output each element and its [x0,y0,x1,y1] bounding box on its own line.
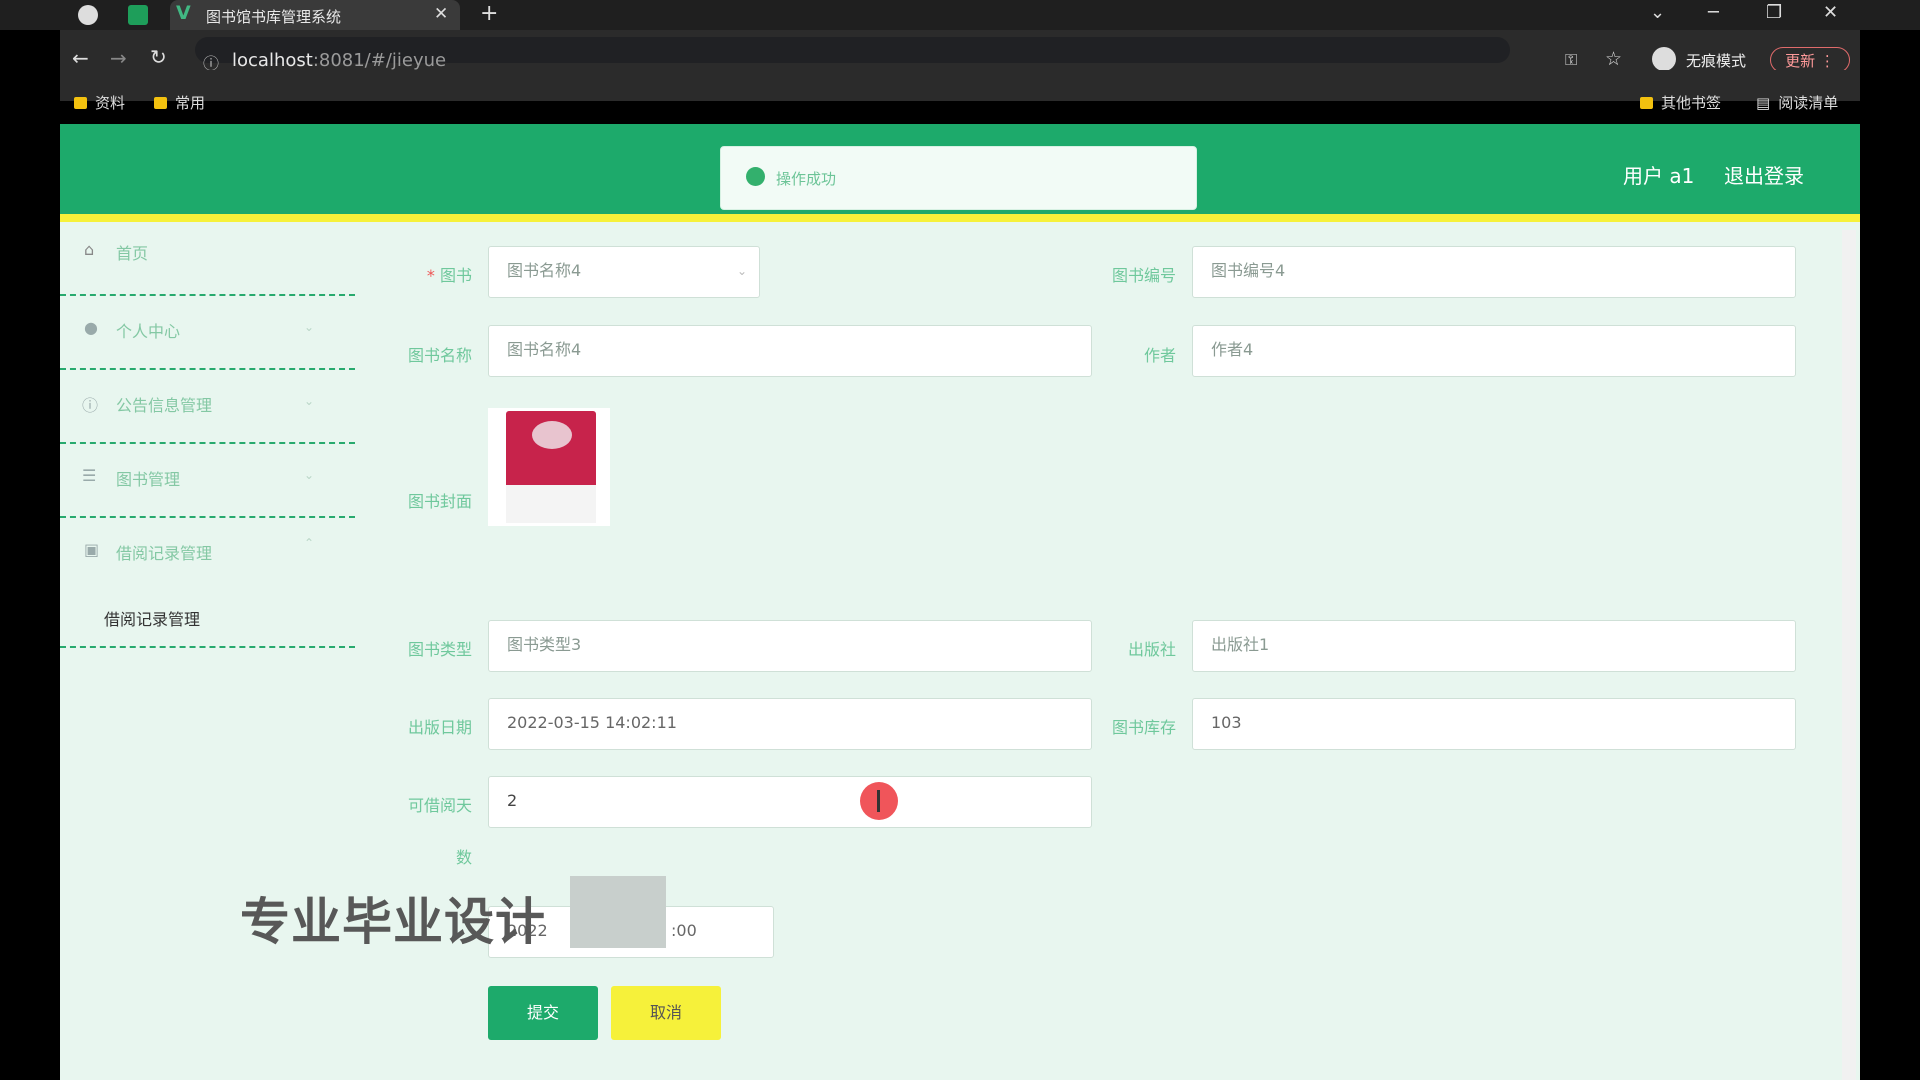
bookmark-item[interactable]: 资料 [74,92,125,113]
sidebar-item-label: 图书管理 [116,470,181,489]
sidebar-item-notice[interactable]: ⓘ 公告信息管理 ⌄ [60,370,355,444]
chevron-down-icon: ⌄ [304,394,315,408]
key-icon[interactable]: ⚿ [1565,50,1577,70]
toast-message: 操作成功 [776,170,837,188]
browser-globe-icon[interactable] [78,5,98,25]
borrow-days-label-wrap: 数 [455,848,472,867]
stock-input[interactable]: 103 [1192,698,1796,750]
minimize-icon[interactable]: ─ [1708,2,1719,23]
tab-title: 图书馆书库管理系统 [206,8,342,26]
book-cover-image [506,411,596,523]
bookmark-item[interactable]: 常用 [154,92,205,113]
borrow-time-end: :00 [671,921,697,940]
update-label: 更新 [1785,52,1816,70]
incognito-icon [1652,47,1676,71]
logout-link[interactable]: 退出登录 [1724,160,1804,189]
incognito-label: 无痕模式 [1686,52,1747,70]
book-name-label: 图书名称 [407,346,472,365]
text-cursor-icon [877,790,880,812]
forward-icon[interactable]: → [110,46,127,70]
success-icon [746,167,765,186]
cover-band [506,485,596,523]
sidebar-item-label: 借阅记录管理 [116,544,213,563]
page-scrollbar[interactable] [1842,230,1856,1080]
close-window-icon[interactable]: ✕ [1823,2,1838,23]
watermark-text: 专业毕业设计 [240,893,546,951]
pinned-tab-icon[interactable] [128,5,148,25]
publisher-label: 出版社 [1127,640,1176,659]
type-label: 图书类型 [407,640,472,659]
star-icon[interactable]: ☆ [1605,48,1622,70]
sidebar-item-home[interactable]: ⌂ 首页 [60,222,355,296]
info-icon: ⓘ [82,396,99,415]
sidebar-item-profile[interactable]: ● 个人中心 ⌄ [60,296,355,370]
borrow-days-input[interactable]: 2 [488,776,1092,828]
author-input[interactable]: 作者4 [1192,325,1796,377]
tab-search-icon[interactable]: ⌄ [1650,2,1665,23]
cover-label: 图书封面 [407,492,472,511]
book-no-label: 图书编号 [1111,266,1176,285]
book-select[interactable]: 图书名称4 ⌄ [488,246,760,298]
sidebar-item-label: 公告信息管理 [116,396,213,415]
reload-icon[interactable]: ↻ [150,45,167,69]
clipboard-icon: ▣ [84,540,100,559]
user-name: 用户 a1 [1623,164,1695,188]
chevron-down-icon: ⌄ [304,468,315,482]
reading-list-icon: ▤ [1756,94,1771,112]
cancel-button[interactable]: 取消 [611,986,721,1040]
stock-label: 图书库存 [1111,718,1176,737]
publisher-input[interactable]: 出版社1 [1192,620,1796,672]
cover-emblem [532,421,572,449]
book-name-input[interactable]: 图书名称4 [488,325,1092,377]
user-icon: ● [84,318,98,337]
folder-icon [74,97,87,109]
bookmarks-bar [60,70,1860,101]
book-label: * 图书 [426,266,472,285]
list-icon: ☰ [82,466,97,485]
type-input[interactable]: 图书类型3 [488,620,1092,672]
sidebar-subitem-borrow[interactable]: 借阅记录管理 [104,606,200,630]
required-mark: * [426,266,440,285]
vue-favicon-icon: V [176,2,191,24]
pub-date-input[interactable]: 2022-03-15 14:02:11 [488,698,1092,750]
sidebar-item-books[interactable]: ☰ 图书管理 ⌄ [60,444,355,518]
new-tab-icon[interactable]: + [480,1,498,26]
tab-close-icon[interactable]: ✕ [434,4,448,24]
bookmark-item[interactable]: 其他书签 [1640,92,1721,113]
reading-list[interactable]: ▤ 阅读清单 [1756,92,1838,113]
submit-button[interactable]: 提交 [488,986,598,1040]
restore-icon[interactable]: ❐ [1766,2,1782,23]
sidebar-item-borrow[interactable]: ▣ 借阅记录管理 ⌃ 借阅记录管理 [60,518,355,648]
sidebar-item-label: 个人中心 [116,322,181,341]
borrow-days-label: 可借阅天 [407,796,472,815]
folder-icon [154,97,167,109]
book-select-value: 图书名称4 [507,261,582,280]
back-icon[interactable]: ← [72,46,89,70]
chevron-down-icon: ⌄ [736,264,747,278]
book-no-input[interactable]: 图书编号4 [1192,246,1796,298]
chevron-up-icon: ⌃ [304,536,315,550]
pub-date-label: 出版日期 [407,718,472,737]
folder-icon [1640,97,1653,109]
home-icon: ⌂ [84,240,95,259]
mouse-cursor-indicator [860,782,898,820]
url-text[interactable]: localhost:8081/#/jieyue [232,50,446,71]
chevron-down-icon: ⌄ [304,320,315,334]
author-label: 作者 [1143,346,1176,365]
sidebar-item-label: 首页 [116,244,149,263]
blurred-region [570,876,666,948]
